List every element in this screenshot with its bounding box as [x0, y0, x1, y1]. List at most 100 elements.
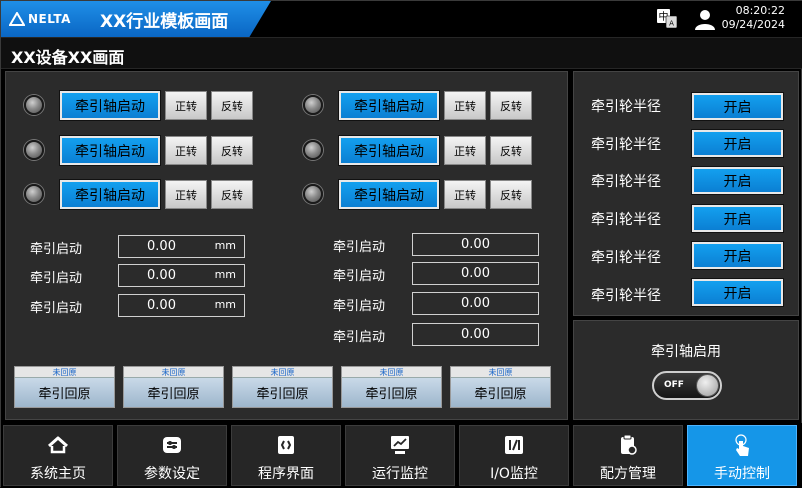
- homing-status: 未回原: [342, 367, 441, 378]
- nav-monitor[interactable]: 运行监控: [345, 425, 455, 486]
- field-unit: mm: [214, 239, 236, 252]
- app-title: XX行业模板画面: [100, 12, 229, 32]
- value-field[interactable]: 0.00: [412, 292, 539, 315]
- wheel-enable-button[interactable]: 开启: [691, 129, 784, 158]
- forward-button[interactable]: 正转: [165, 180, 207, 209]
- wheel-label: 牵引轮半径: [591, 250, 661, 266]
- clock: 08:20:22 09/24/2024: [722, 4, 785, 32]
- axis-start-button[interactable]: 牵引轴启动: [338, 135, 440, 166]
- reverse-button[interactable]: 反转: [490, 91, 532, 120]
- clock-date: 09/24/2024: [721, 18, 785, 31]
- bottom-nav: 系统主页 参数设定 程序界面 运行监控 I/O监控 配方管理 手动控制: [1, 423, 802, 488]
- wheel-label: 牵引轮半径: [591, 174, 661, 190]
- enable-toggle[interactable]: OFF: [652, 371, 722, 400]
- value-field[interactable]: 0.00: [412, 233, 539, 256]
- wheel-enable-button[interactable]: 开启: [691, 166, 784, 195]
- homing-status: 未回原: [124, 367, 223, 378]
- reverse-button[interactable]: 反转: [211, 136, 253, 165]
- wheel-enable-button[interactable]: 开启: [691, 92, 784, 121]
- nav-recipe[interactable]: 配方管理: [573, 425, 683, 486]
- homing-button[interactable]: 未回原 牵引回原: [14, 366, 115, 408]
- homing-button[interactable]: 未回原 牵引回原: [450, 366, 551, 408]
- forward-button[interactable]: 正转: [444, 136, 486, 165]
- nav-label: 参数设定: [144, 466, 200, 482]
- forward-button[interactable]: 正转: [165, 136, 207, 165]
- delta-triangle-icon: [9, 12, 25, 26]
- reverse-button[interactable]: 反转: [211, 180, 253, 209]
- homing-status: 未回原: [451, 367, 550, 378]
- user-icon[interactable]: [693, 7, 717, 31]
- nav-io[interactable]: I/O监控: [459, 425, 569, 486]
- status-lamp: [24, 95, 44, 115]
- language-icon[interactable]: 中 A: [655, 7, 679, 31]
- value-field[interactable]: 0.00: [412, 323, 539, 346]
- forward-button[interactable]: 正转: [444, 180, 486, 209]
- nav-label: 配方管理: [600, 466, 656, 482]
- field-unit: mm: [214, 298, 236, 311]
- toggle-state: OFF: [664, 380, 684, 390]
- nav-program[interactable]: 程序界面: [231, 425, 341, 486]
- status-lamp: [303, 140, 323, 160]
- wheel-enable-button[interactable]: 开启: [691, 278, 784, 307]
- nav-label: 程序界面: [258, 466, 314, 482]
- wheel-label: 牵引轮半径: [591, 288, 661, 304]
- reverse-button[interactable]: 反转: [490, 136, 532, 165]
- wheel-enable-button[interactable]: 开启: [691, 241, 784, 270]
- homing-label: 牵引回原: [15, 378, 114, 407]
- wheel-label: 牵引轮半径: [591, 99, 661, 115]
- home-icon: [48, 436, 68, 454]
- status-lamp: [303, 95, 323, 115]
- field-label: 牵引启动: [30, 242, 83, 257]
- wheel-enable-button[interactable]: 开启: [691, 204, 784, 233]
- value-field[interactable]: 0.00: [412, 262, 539, 285]
- field-unit: mm: [214, 268, 236, 281]
- status-lamp: [24, 140, 44, 160]
- homing-label: 牵引回原: [124, 378, 223, 407]
- nav-label: 手动控制: [714, 466, 770, 482]
- reverse-button[interactable]: 反转: [490, 180, 532, 209]
- page-title-bar: XX设备XX画面: [1, 37, 802, 69]
- status-lamp: [303, 184, 323, 204]
- forward-button[interactable]: 正转: [444, 91, 486, 120]
- nav-manual[interactable]: 手动控制: [687, 425, 797, 486]
- io-icon: [505, 436, 523, 454]
- nav-home[interactable]: 系统主页: [3, 425, 113, 486]
- field-label: 牵引启动: [333, 240, 386, 255]
- hand-touch-icon: [735, 434, 749, 456]
- nav-label: 系统主页: [30, 466, 86, 482]
- code-icon: [278, 436, 294, 454]
- axis-start-button[interactable]: 牵引轴启动: [59, 90, 161, 121]
- axis-start-button[interactable]: 牵引轴启动: [59, 179, 161, 210]
- homing-status: 未回原: [15, 367, 114, 378]
- nav-params[interactable]: 参数设定: [117, 425, 227, 486]
- field-value: 0.00: [461, 266, 490, 281]
- brand-text: NELTA: [28, 12, 71, 26]
- settings-icon: [163, 437, 181, 453]
- field-value: 0.00: [147, 239, 176, 254]
- homing-label: 牵引回原: [342, 378, 441, 407]
- value-field[interactable]: 0.00 mm: [118, 235, 245, 258]
- enable-title: 牵引轴启用: [651, 344, 721, 360]
- wheel-radius-panel: 牵引轮半径 开启 牵引轮半径 开启 牵引轮半径 开启 牵引轮半径 开启 牵引轮半…: [573, 71, 799, 316]
- delta-logo: NELTA: [9, 10, 71, 28]
- field-value: 0.00: [461, 237, 490, 252]
- status-lamp: [24, 184, 44, 204]
- axis-start-button[interactable]: 牵引轴启动: [338, 90, 440, 121]
- axis-start-button[interactable]: 牵引轴启动: [59, 135, 161, 166]
- homing-button[interactable]: 未回原 牵引回原: [123, 366, 224, 408]
- page-title: XX设备XX画面: [11, 48, 125, 67]
- hmi-screen: NELTA XX行业模板画面 中 A 08:20:22 09/24/2024 X…: [0, 0, 802, 488]
- field-value: 0.00: [147, 298, 176, 313]
- value-field[interactable]: 0.00 mm: [118, 294, 245, 317]
- wheel-label: 牵引轮半径: [591, 212, 661, 228]
- homing-label: 牵引回原: [233, 378, 332, 407]
- forward-button[interactable]: 正转: [165, 91, 207, 120]
- homing-button[interactable]: 未回原 牵引回原: [232, 366, 333, 408]
- homing-status: 未回原: [233, 367, 332, 378]
- field-value: 0.00: [147, 268, 176, 283]
- axis-start-button[interactable]: 牵引轴启动: [338, 179, 440, 210]
- homing-button[interactable]: 未回原 牵引回原: [341, 366, 442, 408]
- toggle-knob: [696, 374, 719, 397]
- value-field[interactable]: 0.00 mm: [118, 264, 245, 287]
- reverse-button[interactable]: 反转: [211, 91, 253, 120]
